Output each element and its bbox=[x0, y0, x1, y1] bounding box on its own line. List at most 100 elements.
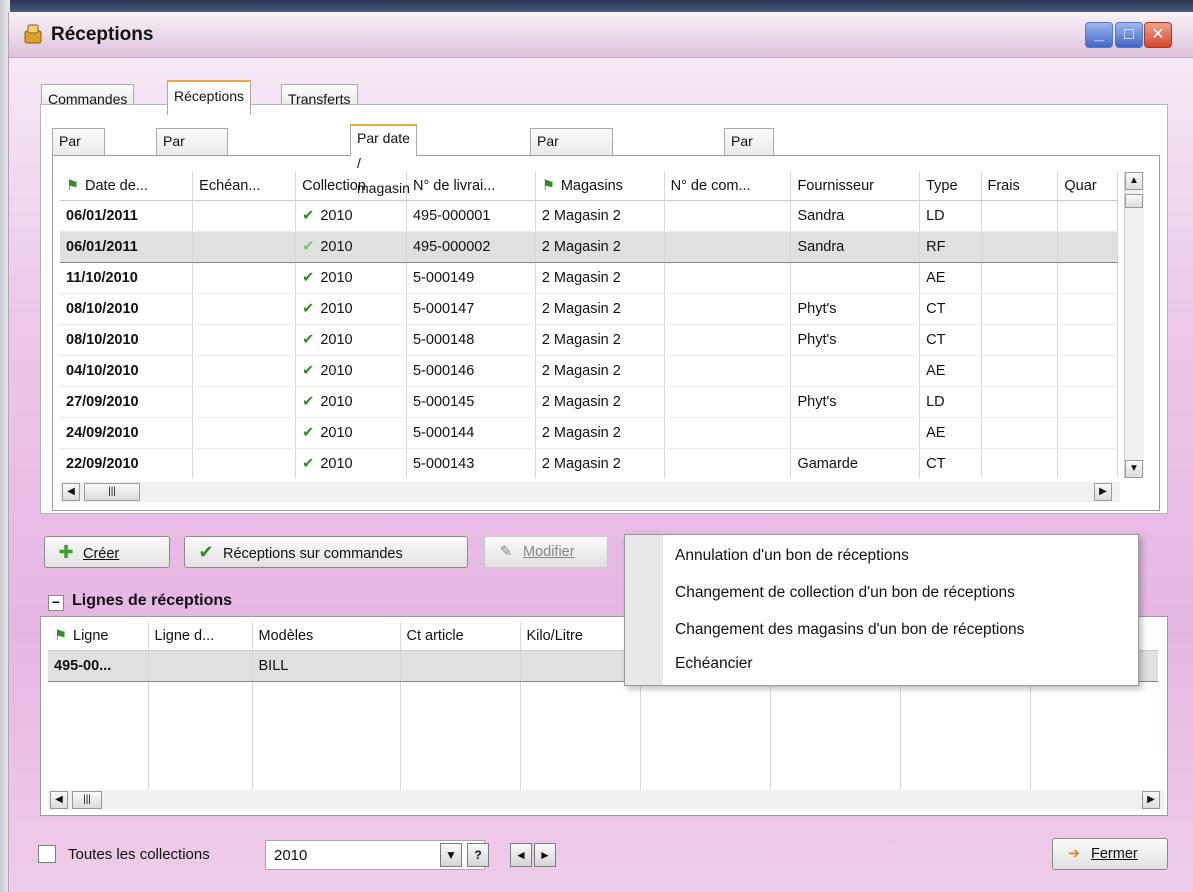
tab-receptions[interactable]: Réceptions bbox=[167, 80, 252, 115]
grid-horizontal-scrollbar[interactable]: ◀ ||| ▶ bbox=[60, 482, 1120, 502]
cell-quantite bbox=[1057, 448, 1118, 478]
table-row[interactable]: 06/01/2011 ✔ 2010 495-000002 2 Magasin 2 Sand… bbox=[60, 230, 1118, 263]
cell-livraison: 5-000146 bbox=[406, 355, 536, 387]
menu-item-changement-magasins[interactable]: Changement des magasins d'un bon de réce… bbox=[675, 621, 1024, 639]
next-arrow-icon[interactable]: ► bbox=[534, 843, 556, 867]
col-commande[interactable]: N° de com... bbox=[664, 172, 792, 201]
lines-section-header[interactable]: − Lignes de réceptions bbox=[48, 592, 232, 611]
table-row[interactable]: 27/09/2010 ✔ 2010 5-000145 2 Magasin 2 Phyt's… bbox=[60, 386, 1118, 418]
table-row[interactable]: 04/10/2010 ✔ 2010 5-000146 2 Magasin 2 AE bbox=[60, 355, 1118, 387]
col-date[interactable]: ⚑ Date de... bbox=[60, 172, 194, 201]
modify-button[interactable]: ✎ Modifier bbox=[484, 536, 608, 568]
col-type[interactable]: Type bbox=[919, 172, 982, 201]
scroll-left-icon[interactable]: ◀ bbox=[50, 791, 68, 809]
scroll-thumb[interactable] bbox=[1125, 194, 1143, 208]
col-ligne-d[interactable]: Ligne d... bbox=[148, 622, 253, 651]
scroll-left-icon[interactable]: ◀ bbox=[62, 483, 80, 501]
tab-par-collection[interactable]: Par collection / n° BL bbox=[156, 128, 229, 199]
tab-par-defaut[interactable]: Par défaut bbox=[52, 128, 105, 174]
cell-quantite bbox=[1057, 230, 1118, 263]
scroll-thumb-horizontal[interactable]: ||| bbox=[72, 791, 102, 809]
col-livraison[interactable]: N° de livrai... bbox=[406, 172, 536, 201]
cell-collection: ✔ 2010 bbox=[295, 355, 407, 387]
col-quantite[interactable]: Quar bbox=[1057, 172, 1118, 201]
tab-par-date-magasin[interactable]: Par date / magasin bbox=[350, 124, 417, 196]
col-magasins[interactable]: ⚑ Magasins bbox=[535, 172, 665, 201]
scroll-down-icon[interactable]: ▼ bbox=[1125, 460, 1143, 478]
cell-livraison: 5-000145 bbox=[406, 386, 536, 418]
create-button[interactable]: ✚ Créer bbox=[44, 536, 170, 568]
col-echeance[interactable]: Echéan... bbox=[192, 172, 297, 201]
cell-quantite bbox=[1057, 200, 1118, 232]
cell-type: CT bbox=[919, 448, 982, 478]
cell-modeles: BILL bbox=[252, 649, 401, 682]
col-frais[interactable]: Frais bbox=[981, 172, 1059, 201]
lines-horizontal-scrollbar[interactable]: ◀ ||| ▶ bbox=[48, 790, 1164, 810]
cell-collection: ✔ 2010 bbox=[295, 230, 407, 263]
app-icon bbox=[24, 24, 42, 44]
cell-date: 06/01/2011 bbox=[60, 230, 194, 263]
cell-quantite bbox=[1057, 262, 1118, 294]
cell-commande bbox=[664, 230, 792, 263]
receptions-grid[interactable]: ⚑ Date de... Echéan... Collection N° de l… bbox=[60, 172, 1118, 478]
cell-magasin: 2 Magasin 2 bbox=[535, 200, 665, 232]
tab-par-fournisseur[interactable]: Par fournisseur / date bbox=[530, 128, 614, 199]
tab-par-libelle[interactable]: Par libellé bbox=[724, 128, 774, 174]
cell-quantite bbox=[1057, 324, 1118, 356]
cell-fournisseur bbox=[790, 355, 921, 387]
cell-collection: ✔ 2010 bbox=[295, 293, 407, 325]
menu-item-annulation[interactable]: Annulation d'un bon de réceptions bbox=[675, 547, 909, 565]
edit-icon: ✎ bbox=[499, 544, 513, 560]
col-ct-article[interactable]: Ct article bbox=[400, 622, 521, 651]
table-row[interactable]: 06/01/2011 ✔ 2010 495-000001 2 Magasin 2 Sand… bbox=[60, 200, 1118, 232]
cell-magasin: 2 Magasin 2 bbox=[535, 386, 665, 418]
col-modeles[interactable]: Modèles bbox=[252, 622, 401, 651]
previous-arrow-icon[interactable]: ◄ bbox=[510, 843, 532, 867]
maximize-button[interactable]: □ bbox=[1115, 22, 1143, 48]
help-button[interactable]: ? bbox=[467, 843, 489, 867]
table-row[interactable]: 24/09/2010 ✔ 2010 5-000144 2 Magasin 2 AE bbox=[60, 417, 1118, 449]
col-ligne[interactable]: ⚑ Ligne bbox=[48, 622, 149, 651]
cell-type: LD bbox=[919, 386, 982, 418]
window-titlebar[interactable]: Réceptions _ □ ✕ bbox=[9, 12, 1193, 58]
scroll-up-icon[interactable]: ▲ bbox=[1125, 172, 1143, 190]
col-kilo-litre[interactable]: Kilo/Litre bbox=[520, 622, 641, 651]
cell-date: 22/09/2010 bbox=[60, 448, 194, 478]
cell-magasin: 2 Magasin 2 bbox=[535, 230, 665, 263]
menu-item-changement-collection[interactable]: Changement de collection d'un bon de réc… bbox=[675, 584, 1015, 602]
receptions-sur-commandes-button[interactable]: ✔ Réceptions sur commandes bbox=[184, 536, 468, 568]
cell-ligne-d bbox=[148, 649, 253, 682]
sort-icon: ⚑ bbox=[541, 177, 555, 194]
all-collections-checkbox[interactable] bbox=[38, 845, 56, 863]
cell-fournisseur: Sandra bbox=[790, 200, 921, 232]
scroll-right-icon[interactable]: ▶ bbox=[1094, 483, 1112, 501]
cell-date: 08/10/2010 bbox=[60, 293, 194, 325]
cell-date: 04/10/2010 bbox=[60, 355, 194, 387]
close-window-button[interactable]: ✕ bbox=[1144, 22, 1172, 48]
minimize-button[interactable]: _ bbox=[1085, 22, 1113, 48]
table-row[interactable]: 22/09/2010 ✔ 2010 5-000143 2 Magasin 2 Gamard… bbox=[60, 448, 1118, 478]
table-row[interactable]: 11/10/2010 ✔ 2010 5-000149 2 Magasin 2 AE bbox=[60, 262, 1118, 294]
table-row[interactable]: 08/10/2010 ✔ 2010 5-000148 2 Magasin 2 Phyt's… bbox=[60, 324, 1118, 356]
cell-date: 06/01/2011 bbox=[60, 200, 194, 232]
cell-livraison: 5-000149 bbox=[406, 262, 536, 294]
scroll-right-icon[interactable]: ▶ bbox=[1142, 791, 1160, 809]
col-fournisseur[interactable]: Fournisseur bbox=[790, 172, 921, 201]
cell-collection: ✔ 2010 bbox=[295, 262, 407, 294]
collapse-icon[interactable]: − bbox=[48, 595, 64, 611]
cell-echeance bbox=[192, 324, 297, 356]
cell-frais bbox=[981, 386, 1059, 418]
table-row[interactable]: 08/10/2010 ✔ 2010 5-000147 2 Magasin 2 Phyt's… bbox=[60, 293, 1118, 325]
menu-item-echeancier[interactable]: Echéancier bbox=[675, 655, 753, 673]
cell-fournisseur bbox=[790, 262, 921, 294]
sort-icon: ⚑ bbox=[66, 177, 79, 194]
check-icon: ✔ bbox=[302, 238, 315, 255]
close-button[interactable]: ➔ Fermer bbox=[1052, 838, 1168, 870]
grid-vertical-scrollbar[interactable]: ▲ ▼ bbox=[1124, 172, 1144, 478]
dropdown-arrow-icon[interactable]: ▼ bbox=[440, 843, 462, 867]
cell-commande bbox=[664, 417, 792, 449]
scroll-thumb-horizontal[interactable]: ||| bbox=[84, 483, 140, 501]
cell-echeance bbox=[192, 417, 297, 449]
cell-frais bbox=[981, 448, 1059, 478]
cell-frais bbox=[981, 417, 1059, 449]
